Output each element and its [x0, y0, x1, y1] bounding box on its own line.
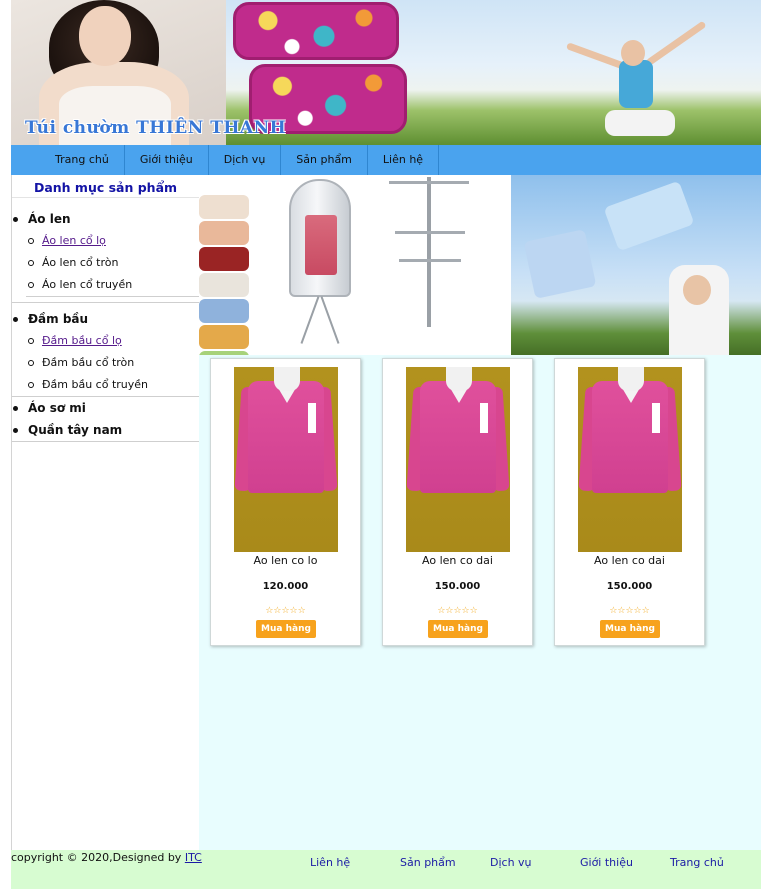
- product-image[interactable]: [234, 367, 338, 552]
- category-label[interactable]: Quần tây nam: [28, 419, 199, 441]
- banner-caption: Túi chườm THIÊN THANH: [25, 118, 287, 138]
- subcategory-item: Đầm bầu cổ lọ: [28, 330, 199, 352]
- category-sidebar: Danh mục sản phẩm Áo len Áo len cổ lọ Áo…: [11, 175, 199, 850]
- product-name[interactable]: Ao len co dai: [383, 554, 532, 567]
- nav-item-about[interactable]: Giới thiệu: [125, 145, 209, 175]
- star-rating-icon: ☆☆☆☆☆: [437, 606, 478, 616]
- subcategory-link[interactable]: Đầm bầu cổ tròn: [42, 356, 134, 369]
- footer-link-about[interactable]: Giới thiệu: [580, 856, 633, 869]
- category-list: Áo sơ mi Quần tây nam: [12, 397, 199, 441]
- header-banner: Túi chườm THIÊN THANH: [11, 0, 761, 145]
- product-name[interactable]: Ao len co lo: [211, 554, 360, 567]
- subcategory-link[interactable]: Áo len cổ tròn: [42, 256, 118, 269]
- copyright-label: copyright © 2020,Designed by: [11, 851, 185, 864]
- category-label[interactable]: Áo len: [28, 208, 199, 230]
- nav-item-services[interactable]: Dịch vụ: [209, 145, 282, 175]
- footer-link-services[interactable]: Dịch vụ: [490, 856, 532, 869]
- banner-meadow-image: [565, 20, 707, 145]
- category-item: Áo sơ mi: [12, 397, 199, 419]
- category-item: Quần tây nam: [12, 419, 199, 441]
- drying-rack-image: [427, 177, 431, 327]
- subcategory-item: Đầm bầu cổ truyền: [28, 374, 199, 396]
- buy-button[interactable]: Mua hàng: [428, 620, 488, 638]
- subcategory-link[interactable]: Đầm bầu cổ lọ: [42, 334, 122, 347]
- subcategory-link[interactable]: Đầm bầu cổ truyền: [42, 378, 148, 391]
- copyright-text: copyright © 2020,Designed by ITC: [11, 851, 202, 864]
- product-card[interactable]: Ao len co dai 150.000 ☆☆☆☆☆ Mua hàng: [382, 358, 533, 646]
- subcategory-link[interactable]: Áo len cổ truyền: [42, 278, 132, 291]
- subcategory-item: Đầm bầu cổ tròn: [28, 352, 199, 374]
- product-price: 120.000: [262, 581, 309, 592]
- footer-link-contact[interactable]: Liên hệ: [310, 856, 350, 869]
- product-price: 150.000: [434, 581, 481, 592]
- category-label[interactable]: Áo sơ mi: [28, 397, 199, 419]
- buy-button[interactable]: Mua hàng: [256, 620, 316, 638]
- product-image[interactable]: [406, 367, 510, 552]
- sidebar-title: Danh mục sản phẩm: [12, 178, 199, 198]
- footer-link-home[interactable]: Trang chủ: [670, 856, 724, 869]
- divider: [12, 441, 199, 442]
- main-nav: Trang chủ Giới thiệu Dịch vụ Sản phẩm Li…: [11, 145, 761, 175]
- clothes-dryer-image: [289, 179, 351, 297]
- folded-sweaters-image: [199, 195, 249, 355]
- product-grid: Ao len co lo 120.000 ☆☆☆☆☆ Mua hàng Ao l…: [199, 355, 761, 850]
- star-rating-icon: ☆☆☆☆☆: [265, 606, 306, 616]
- star-rating-icon: ☆☆☆☆☆: [609, 606, 650, 616]
- product-name[interactable]: Ao len co dai: [555, 554, 704, 567]
- product-price: 150.000: [606, 581, 653, 592]
- subcategory-list: Đầm bầu cổ lọ Đầm bầu cổ tròn Đầm bầu cổ…: [28, 330, 199, 396]
- category-list: Áo len Áo len cổ lọ Áo len cổ tròn Áo le…: [12, 208, 199, 296]
- hero-banner: [199, 175, 761, 355]
- product-card[interactable]: Ao len co lo 120.000 ☆☆☆☆☆ Mua hàng: [210, 358, 361, 646]
- buy-button[interactable]: Mua hàng: [600, 620, 660, 638]
- category-label[interactable]: Đầm bầu: [28, 308, 199, 330]
- designer-link[interactable]: ITC: [185, 851, 202, 864]
- subcategory-item: Áo len cổ tròn: [28, 252, 199, 274]
- product-card[interactable]: Ao len co dai 150.000 ☆☆☆☆☆ Mua hàng: [554, 358, 705, 646]
- nav-item-home[interactable]: Trang chủ: [43, 145, 125, 175]
- product-image[interactable]: [578, 367, 682, 552]
- subcategory-list: Áo len cổ lọ Áo len cổ tròn Áo len cổ tr…: [28, 230, 199, 296]
- subcategory-item: Áo len cổ lọ: [28, 230, 199, 252]
- category-item: Áo len Áo len cổ lọ Áo len cổ tròn Áo le…: [12, 208, 199, 296]
- heat-bag-image: [233, 2, 399, 60]
- footer: copyright © 2020,Designed by ITC Liên hệ…: [11, 850, 761, 889]
- nav-item-products[interactable]: Sản phẩm: [281, 145, 368, 175]
- footer-link-products[interactable]: Sản phẩm: [400, 856, 456, 869]
- nav-item-contact[interactable]: Liên hệ: [368, 145, 440, 175]
- category-list: Đầm bầu Đầm bầu cổ lọ Đầm bầu cổ tròn Đầ…: [12, 308, 199, 396]
- category-item: Đầm bầu Đầm bầu cổ lọ Đầm bầu cổ tròn Đầ…: [12, 308, 199, 396]
- subcategory-link[interactable]: Áo len cổ lọ: [42, 234, 106, 247]
- subcategory-item: Áo len cổ truyền: [28, 274, 199, 296]
